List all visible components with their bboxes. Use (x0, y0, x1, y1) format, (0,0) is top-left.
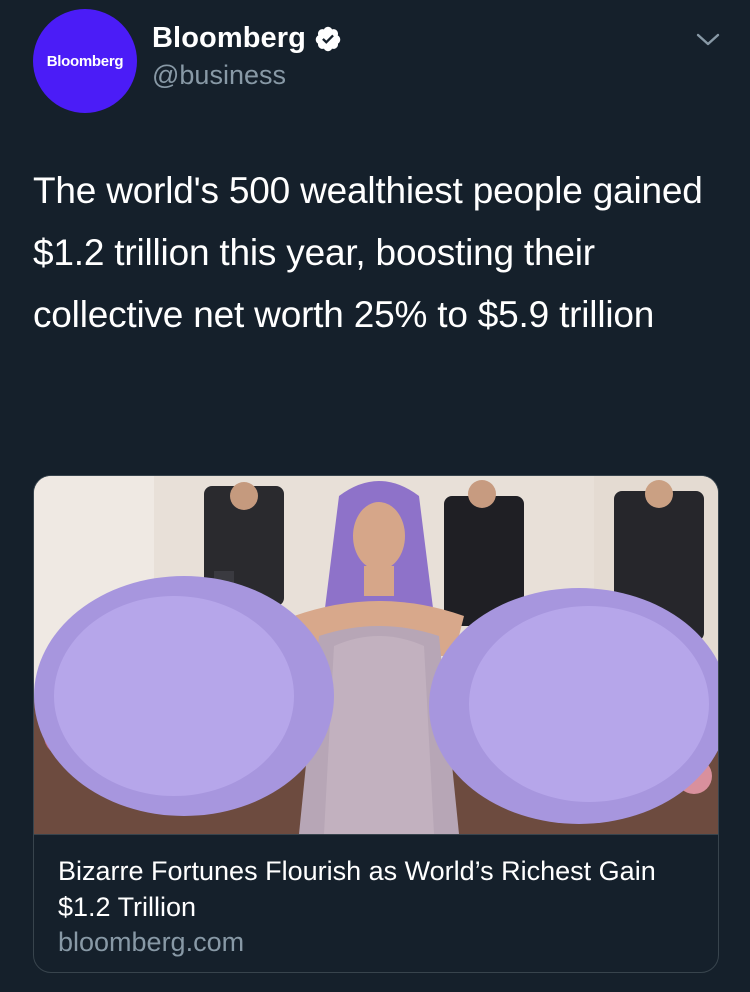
handle[interactable]: @business (152, 60, 286, 91)
verified-badge-icon (314, 25, 342, 53)
tweet[interactable]: Bloomberg Bloomberg @business The world'… (0, 0, 750, 992)
display-name[interactable]: Bloomberg (152, 22, 306, 55)
card-title[interactable]: Bizarre Fortunes Flourish as World’s Ric… (58, 853, 698, 925)
author-name-row[interactable]: Bloomberg (152, 22, 342, 55)
avatar[interactable]: Bloomberg (33, 9, 137, 113)
chevron-down-icon[interactable] (693, 30, 723, 50)
card-divider (34, 834, 718, 835)
link-card[interactable]: Bizarre Fortunes Flourish as World’s Ric… (33, 475, 719, 973)
card-image[interactable] (34, 476, 718, 834)
avatar-logo-text: Bloomberg (46, 52, 124, 70)
card-domain[interactable]: bloomberg.com (58, 927, 244, 958)
tweet-text: The world's 500 wealthiest people gained… (33, 170, 703, 335)
